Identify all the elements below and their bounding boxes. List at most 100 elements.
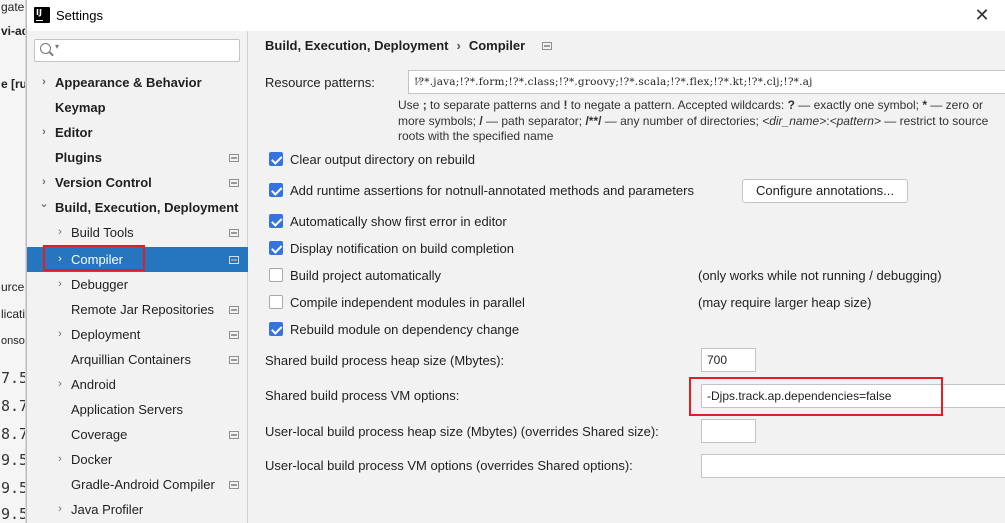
expand-arrow-icon[interactable]: ›	[55, 372, 65, 397]
bg-text-fragment: licati	[1, 307, 26, 321]
checkbox-checked[interactable]	[269, 183, 283, 197]
bg-text-fragment: urces	[1, 280, 25, 294]
tree-item-label: Debugger	[71, 277, 129, 292]
bg-text-fragment: gate	[1, 0, 25, 14]
checkbox-unchecked[interactable]	[269, 295, 283, 309]
tree-item-editor[interactable]: › Editor	[27, 120, 248, 145]
intellij-app-icon: IJ	[34, 7, 50, 23]
bg-text-fragment: vi-ad	[1, 24, 25, 38]
tree-item-label: Deployment	[71, 327, 141, 342]
bg-number: 7.5	[1, 369, 26, 387]
checkbox-checked[interactable]	[269, 152, 283, 166]
tree-item-label: Build Tools	[71, 225, 134, 240]
resource-patterns-label: Resource patterns:	[265, 75, 375, 90]
settings-search-field[interactable]: ▾	[34, 39, 240, 62]
checkbox-label: Automatically show first error in editor	[290, 214, 507, 229]
expand-arrow-icon[interactable]: ›	[55, 272, 65, 297]
compiler-highlight-annotation	[43, 245, 145, 271]
checkbox-label: Display notification on build completion	[290, 241, 515, 256]
user-vm-options-field[interactable]	[701, 454, 1005, 478]
tree-item-gradle-android-compiler[interactable]: Gradle-Android Compiler	[27, 472, 248, 497]
tree-item-application-servers[interactable]: Application Servers	[27, 397, 248, 422]
expand-arrow-icon[interactable]: ›	[55, 322, 65, 347]
bg-number: 9.5	[1, 479, 26, 497]
tree-item-java-profiler[interactable]: › Java Profiler	[27, 497, 248, 522]
tree-item-appearance-behavior[interactable]: › Appearance & Behavior	[27, 70, 248, 95]
checkbox-label: Clear output directory on rebuild	[290, 152, 475, 167]
breadcrumb-separator-icon: ›	[456, 38, 461, 53]
user-heap-size-field[interactable]	[701, 419, 756, 443]
heap-size-field[interactable]: 700	[701, 348, 756, 372]
project-level-icon	[229, 356, 239, 364]
checkbox-label: Compile independent modules in parallel	[290, 295, 525, 310]
vm-options-label: Shared build process VM options:	[265, 388, 460, 403]
search-history-dropdown-icon[interactable]: ▾	[55, 42, 59, 51]
tree-item-android[interactable]: › Android	[27, 372, 248, 397]
project-level-icon	[229, 154, 239, 162]
configure-annotations-button[interactable]: Configure annotations...	[742, 179, 908, 203]
tree-item-arquillian-containers[interactable]: Arquillian Containers	[27, 347, 248, 372]
tree-item-label: Version Control	[55, 175, 152, 190]
project-level-icon	[229, 256, 239, 264]
title-bar: IJ Settings ✕	[27, 0, 1005, 31]
expand-arrow-icon[interactable]: ›	[55, 447, 65, 472]
tree-item-label: Remote Jar Repositories	[71, 302, 215, 317]
tree-item-label: Editor	[55, 125, 93, 140]
vm-options-highlight-annotation	[689, 377, 943, 416]
tree-item-docker[interactable]: › Docker	[27, 447, 248, 472]
expand-arrow-icon[interactable]: ›	[39, 70, 49, 95]
tree-item-label: Gradle-Android Compiler	[71, 477, 215, 492]
checkbox-label: Build project automatically	[290, 268, 442, 283]
collapse-arrow-icon[interactable]: ⌄	[39, 192, 49, 217]
project-level-icon	[229, 306, 239, 314]
user-vm-options-label: User-local build process VM options (ove…	[265, 458, 633, 473]
user-heap-size-label: User-local build process heap size (Mbyt…	[265, 424, 659, 439]
bg-number: 8.7	[1, 425, 26, 443]
heap-size-label: Shared build process heap size (Mbytes):	[265, 353, 505, 368]
tree-item-deployment[interactable]: › Deployment	[27, 322, 248, 347]
bg-text-fragment: e [ru	[1, 77, 26, 91]
tree-item-plugins[interactable]: Plugins	[27, 145, 248, 170]
tree-item-label: Plugins	[55, 150, 102, 165]
tree-item-debugger[interactable]: › Debugger	[27, 272, 248, 297]
tree-item-label: Arquillian Containers	[71, 352, 191, 367]
resource-patterns-value: !?*.java;!?*.form;!?*.class;!?*.groovy;!…	[414, 76, 813, 88]
checkbox-checked[interactable]	[269, 214, 283, 228]
tree-item-build-tools[interactable]: › Build Tools	[27, 220, 248, 245]
tree-item-coverage[interactable]: Coverage	[27, 422, 248, 447]
project-level-icon	[229, 179, 239, 187]
tree-item-label: Coverage	[71, 427, 128, 442]
expand-arrow-icon[interactable]: ›	[39, 120, 49, 145]
close-icon[interactable]: ✕	[969, 3, 995, 27]
expand-field-icon[interactable]: ⤢	[414, 76, 426, 88]
bg-number: 9.5	[1, 505, 26, 523]
expand-arrow-icon[interactable]: ›	[55, 497, 65, 522]
breadcrumb: Build, Execution, Deployment › Compiler	[265, 38, 525, 53]
expand-arrow-icon[interactable]: ›	[55, 220, 65, 245]
breadcrumb-parent[interactable]: Build, Execution, Deployment	[265, 38, 448, 53]
search-input[interactable]	[65, 42, 235, 59]
resource-patterns-field[interactable]: !?*.java;!?*.form;!?*.class;!?*.groovy;!…	[408, 70, 1005, 94]
tree-item-label: Appearance & Behavior	[55, 75, 202, 90]
project-level-icon	[229, 431, 239, 439]
checkbox-label: Rebuild module on dependency change	[290, 322, 520, 337]
tree-item-keymap[interactable]: Keymap	[27, 95, 248, 120]
tree-item-label: Keymap	[55, 100, 106, 115]
tree-item-version-control[interactable]: › Version Control	[27, 170, 248, 195]
tree-item-label: Docker	[71, 452, 113, 467]
project-level-icon	[229, 481, 239, 489]
compiler-settings-page: Build, Execution, Deployment › Compiler Re…	[249, 31, 1005, 523]
checkbox-checked[interactable]	[269, 322, 283, 336]
tree-item-label: Build, Execution, Deployment	[55, 200, 239, 215]
build-automatically-note: (only works while not running / debuggin…	[698, 268, 942, 283]
project-level-icon	[542, 42, 552, 50]
settings-tree-panel: ▾ › Appearance & Behavior Keymap › Edito…	[27, 31, 248, 523]
project-level-icon	[229, 229, 239, 237]
bg-text-fragment: onso	[1, 335, 25, 347]
heap-size-value: 700	[707, 353, 728, 367]
checkbox-checked[interactable]	[269, 241, 283, 255]
tree-item-build-execution-deployment[interactable]: ⌄ Build, Execution, Deployment	[27, 195, 248, 220]
bg-number: 8.7	[1, 397, 26, 415]
tree-item-remote-jar-repositories[interactable]: Remote Jar Repositories	[27, 297, 248, 322]
checkbox-unchecked[interactable]	[269, 268, 283, 282]
